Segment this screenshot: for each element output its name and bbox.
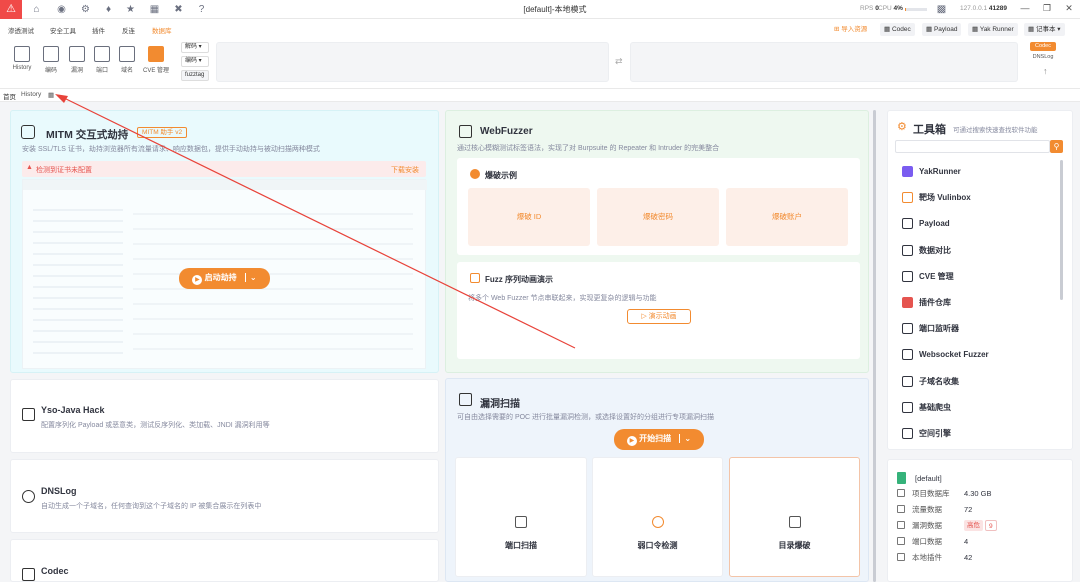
arrow-line [61,96,576,349]
arrow-head [55,94,68,103]
annotation-arrow [55,94,576,349]
